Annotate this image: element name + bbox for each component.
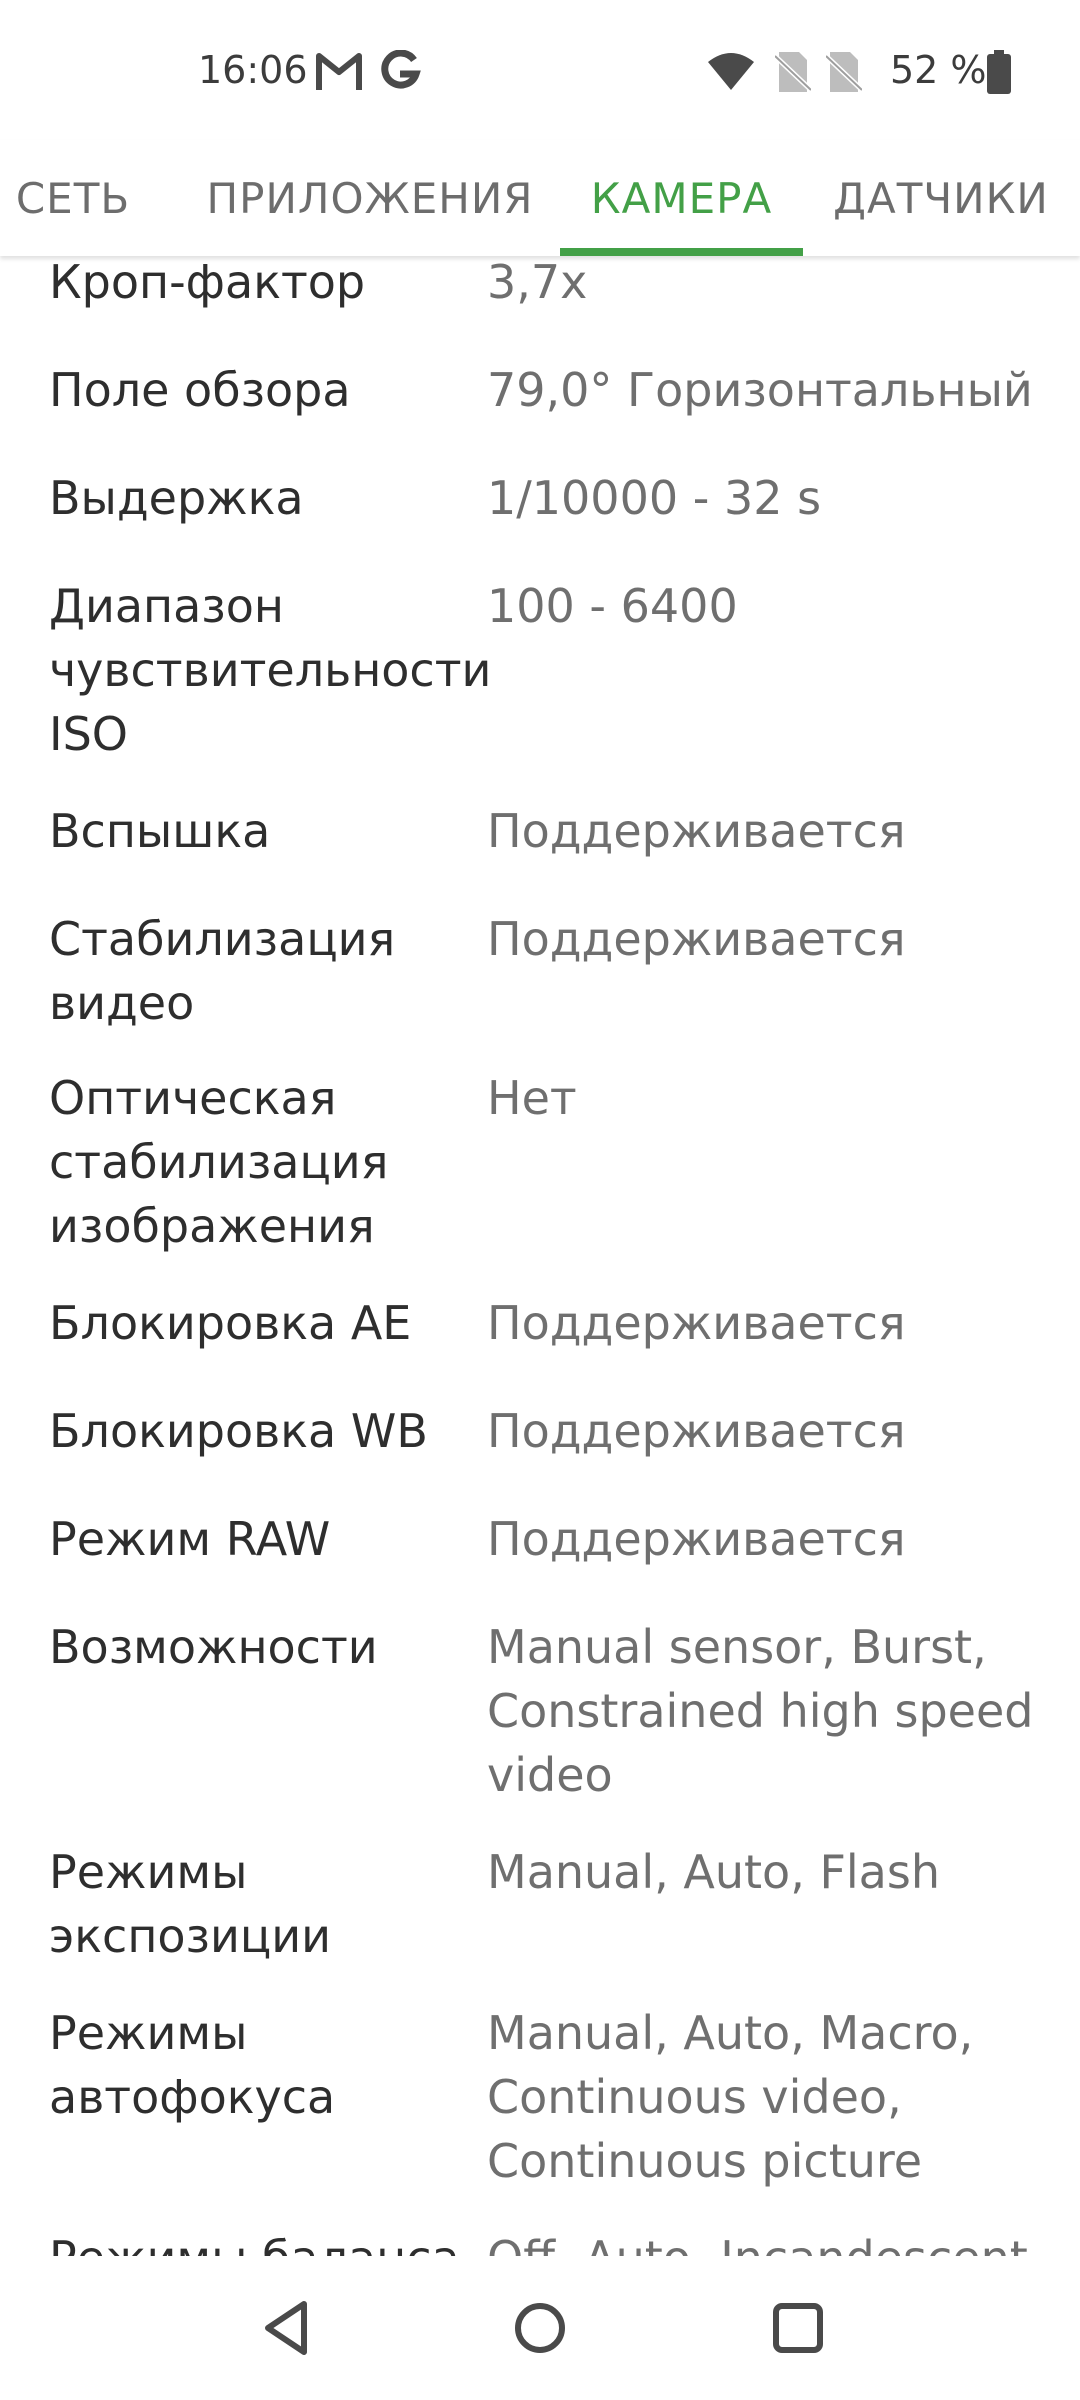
recents-icon[interactable] — [762, 2292, 834, 2364]
camera-info-list[interactable]: Кроп-фактор 3,7x Поле обзора 79,0° Гориз… — [0, 256, 1080, 2256]
row-value: 3,7x — [487, 256, 588, 309]
row-value: Поддерживается — [487, 1296, 906, 1350]
row-label: Режимы автофокуса — [49, 2006, 336, 2124]
row-label: Стабилизация видео — [49, 912, 396, 1030]
navigation-bar — [0, 2256, 1080, 2400]
row-label: Режим RAW — [49, 1512, 331, 1566]
no-sim-icon — [826, 52, 862, 92]
tab-label: ДАТЧИКИ — [833, 173, 1049, 223]
tab-sensors[interactable]: ДАТЧИКИ — [828, 140, 1054, 256]
row-label: Возможности — [49, 1620, 378, 1674]
battery-icon — [987, 50, 1011, 94]
row-label: Поле обзора — [49, 363, 351, 417]
row-label: Блокировка AE — [49, 1296, 412, 1350]
tab-label: ПРИЛОЖЕНИЯ — [206, 173, 534, 223]
row-label: Выдержка — [49, 471, 304, 525]
row-label: Кроп-фактор — [49, 256, 366, 309]
row-label: Режимы баланса — [49, 2226, 479, 2256]
no-sim-icon — [775, 52, 811, 92]
active-tab-indicator — [560, 248, 803, 256]
row-label: Режимы экспозиции — [49, 1845, 331, 1963]
row-value: Поддерживается — [487, 1512, 906, 1566]
row-value: 1/10000 - 32 s — [487, 471, 822, 525]
row-value: 100 - 6400 — [487, 579, 738, 633]
row-value: Поддерживается — [487, 912, 906, 966]
row-value: Поддерживается — [487, 804, 906, 858]
battery-percent: 52 % — [890, 48, 987, 92]
row-value: 79,0° Горизонтальный — [487, 363, 1033, 417]
row-label: Вспышка — [49, 804, 271, 858]
tab-bar: СЕТЬ ПРИЛОЖЕНИЯ КАМЕРА ДАТЧИКИ — [0, 140, 1080, 256]
google-icon — [381, 50, 421, 89]
row-label: Оптическая стабилизация изображения — [49, 1071, 389, 1253]
status-bar: 16:06 52 % — [0, 0, 1080, 140]
tab-network[interactable]: СЕТЬ — [0, 140, 146, 256]
back-icon[interactable] — [250, 2292, 322, 2364]
status-time: 16:06 — [198, 48, 308, 92]
tab-label: КАМЕРА — [590, 173, 773, 223]
row-value: Manual sensor, Burst, Constrained high s… — [487, 1620, 1034, 1802]
row-label: Диапазон чувствительности ISO — [49, 579, 492, 761]
row-label: Блокировка WB — [49, 1404, 428, 1458]
gmail-icon — [316, 53, 362, 90]
row-value: Manual, Auto, Macro, Continuous video, C… — [487, 2006, 974, 2188]
row-value: Нет — [487, 1071, 577, 1125]
wifi-icon — [708, 53, 754, 90]
tab-apps[interactable]: ПРИЛОЖЕНИЯ — [200, 140, 540, 256]
row-value: Manual, Auto, Flash — [487, 1845, 940, 1899]
tab-label: СЕТЬ — [15, 173, 131, 223]
tab-camera[interactable]: КАМЕРА — [560, 140, 803, 256]
row-value: Off, Auto, Incandescent — [487, 2226, 1047, 2256]
row-value: Поддерживается — [487, 1404, 906, 1458]
home-icon[interactable] — [504, 2292, 576, 2364]
